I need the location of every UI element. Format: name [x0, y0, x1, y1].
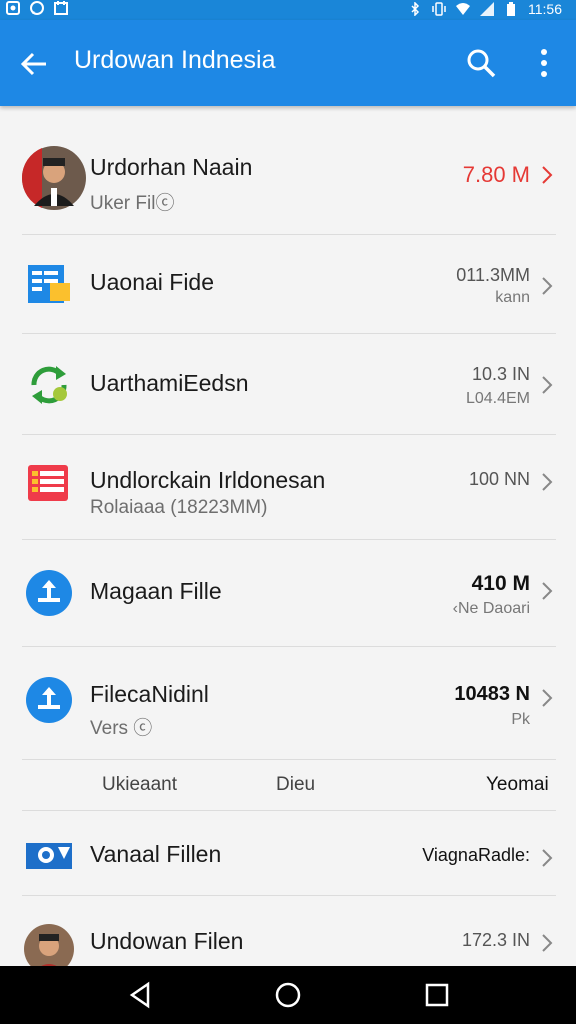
- item-size: 100 NN: [468, 469, 530, 489]
- item-size: 172.3 IN: [461, 930, 530, 950]
- more-options-icon[interactable]: [528, 46, 560, 80]
- list-item[interactable]: Undlorckain Irldonesan Rolaiaaa (18223MM…: [0, 435, 576, 539]
- chevron-right-icon: [542, 473, 553, 491]
- back-arrow-icon[interactable]: [18, 48, 50, 80]
- list-item[interactable]: Vanaal Fillen ViagnaRadle:: [0, 811, 576, 895]
- item-subtitle: Rolaiaaa (18223MM): [90, 497, 268, 518]
- item-size: 7.80 M: [462, 162, 530, 187]
- item-name: Vanaal Fillen: [90, 841, 222, 867]
- list-item[interactable]: FilecaNidinl Vers ⓒ 10483 N Pk: [0, 647, 576, 759]
- item-size: ViagnaRadle:: [422, 845, 530, 865]
- chevron-right-icon: [542, 166, 553, 184]
- item-size: 10483 N: [454, 683, 530, 705]
- chevron-right-icon: [542, 582, 553, 600]
- system-nav-bar: [0, 966, 576, 1024]
- tab-strip: Ukieaant Dieu Yeomai: [0, 760, 576, 810]
- back-icon[interactable]: [126, 980, 156, 1010]
- item-name: FilecaNidinl: [90, 681, 209, 707]
- item-name: Uaonai Fide: [90, 269, 215, 295]
- chevron-right-icon: [542, 934, 553, 952]
- signal-icon: [480, 2, 494, 16]
- status-time: 11:56: [528, 1, 562, 17]
- item-secondary: kann: [495, 289, 530, 306]
- whatsapp-icon: [30, 1, 44, 15]
- chevron-right-icon: [542, 689, 553, 707]
- document-icon: [28, 465, 68, 501]
- upload-icon: [26, 677, 72, 723]
- avatar-icon: [22, 146, 86, 210]
- item-size: 410 M: [471, 572, 530, 595]
- upload-icon: [26, 570, 72, 616]
- item-secondary: ‹Ne Daoari: [452, 600, 530, 617]
- app-bar: Urdowan Indnesia: [0, 20, 576, 106]
- item-name: Undowan Filen: [90, 928, 244, 954]
- wifi-icon: [456, 3, 470, 15]
- tab-yeomai[interactable]: Yeomai: [486, 774, 549, 796]
- vibrate-icon: [432, 2, 446, 16]
- tab-ukieaant[interactable]: Ukieaant: [102, 774, 177, 796]
- status-bar: 11:56: [0, 0, 576, 20]
- camera-folder-icon: [26, 843, 72, 869]
- list-item[interactable]: Urdorhan Naain Uker Filⓒ 7.80 M: [0, 106, 576, 234]
- item-secondary: Pk: [511, 711, 530, 728]
- item-secondary: L04.4EM: [465, 390, 530, 407]
- home-icon[interactable]: [273, 980, 303, 1010]
- notification-icon: [6, 1, 20, 15]
- chevron-right-icon: [542, 277, 553, 295]
- item-subtitle: Uker Filⓒ: [90, 193, 175, 214]
- list-item[interactable]: Uaonai Fide 011.3MM kann: [0, 235, 576, 333]
- search-icon[interactable]: [464, 46, 498, 80]
- item-name: UarthamiEedsn: [90, 370, 249, 396]
- list-item[interactable]: UarthamiEedsn 10.3 IN L04.4EM: [0, 334, 576, 434]
- battery-icon: [507, 2, 515, 16]
- item-name: Urdorhan Naain: [90, 154, 253, 180]
- item-subtitle: Vers ⓒ: [90, 718, 153, 739]
- sync-icon: [31, 366, 67, 404]
- chevron-right-icon: [542, 376, 553, 394]
- recents-icon[interactable]: [422, 980, 452, 1010]
- tab-dieu[interactable]: Dieu: [276, 774, 315, 796]
- item-name: Undlorckain Irldonesan: [90, 467, 326, 493]
- item-size: 10.3 IN: [471, 364, 530, 384]
- calendar-icon: [54, 1, 68, 15]
- bluetooth-icon: [411, 2, 420, 16]
- file-manager-icon: [28, 265, 70, 303]
- list-item[interactable]: Magaan Fille 410 M ‹Ne Daoari: [0, 540, 576, 646]
- item-size: 011.3MM: [456, 265, 530, 285]
- list-item[interactable]: Undowan Filen 172.3 IN: [0, 896, 576, 974]
- page-title: Urdowan Indnesia: [74, 46, 276, 74]
- item-name: Magaan Fille: [90, 578, 222, 604]
- chevron-right-icon: [542, 849, 553, 867]
